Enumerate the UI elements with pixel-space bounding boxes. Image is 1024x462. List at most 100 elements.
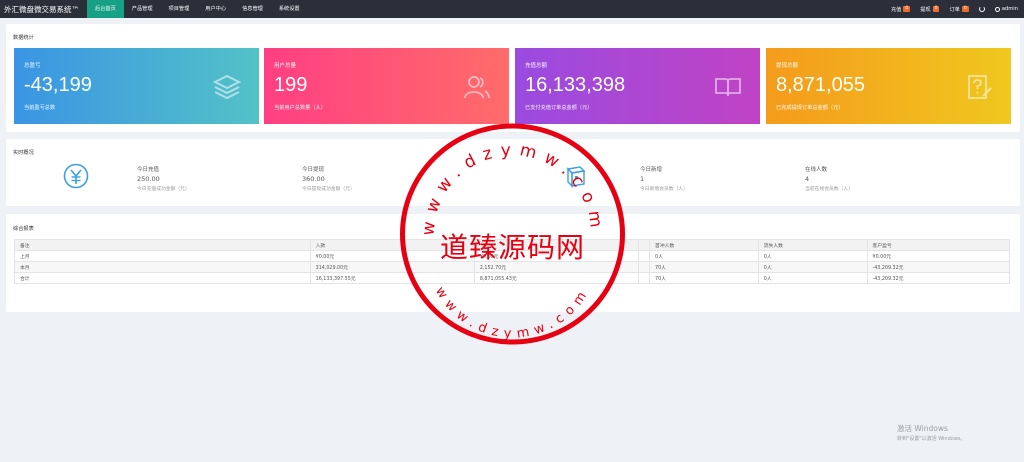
- table-cell: [638, 250, 651, 262]
- table-cell: 314,029.00元: [309, 261, 475, 273]
- stat-label: 提现总额: [776, 63, 799, 69]
- stat-desc: 当前盈亏总数: [24, 105, 56, 111]
- yuan-icon: [63, 163, 89, 189]
- table-row: 合计 16,133,397.55元 8,871,055.43元 70人 0人 -…: [14, 272, 1011, 284]
- table-cell: 8,871,055.43元: [473, 272, 640, 284]
- stat-value: 199: [274, 74, 308, 96]
- table-cell: 合计: [14, 272, 311, 284]
- stat-desc: 已支付充值订单总金额（元）: [525, 105, 593, 111]
- withdraw-link[interactable]: 提现 0: [920, 6, 940, 13]
- table-cell: 0人: [757, 250, 868, 262]
- stats-panel: 数据统计 总盈亏 -43,199 当前盈亏总数 用户总量 199 当前用户总数量…: [6, 24, 1020, 132]
- stats-title: 数据统计: [13, 35, 34, 41]
- realtime-desc: 当前在线会员数（人）: [805, 187, 853, 192]
- realtime-title: 实时概况: [13, 150, 34, 156]
- table-cell: [638, 272, 651, 284]
- stat-card-withdraw: 提现总额 8,871,055 已完成提现订单总金额（元）: [766, 48, 1011, 124]
- users-icon: [464, 76, 490, 99]
- table-cell: 70人: [649, 261, 759, 273]
- report-title: 综合报表: [13, 226, 34, 232]
- table-cell: 0人: [757, 261, 868, 273]
- realtime-label: 今日充值: [137, 167, 160, 173]
- stat-value: -43,199: [24, 74, 92, 96]
- nav-projects[interactable]: 项目管理: [161, 0, 198, 18]
- realtime-item: 今日提现 360.00 今日提现成功金额（元）: [302, 165, 355, 192]
- stat-label: 充值总额: [525, 63, 548, 69]
- windows-activation-notice: 激活 Windows 转到"设置"以激活 Windows。: [897, 423, 966, 442]
- col-withdraw: [473, 239, 640, 251]
- main-nav: 后台首页 产品管理 项目管理 用户中心 信息管理 系统设置: [87, 0, 308, 18]
- col-client-pnl: 客户盈亏: [866, 239, 1011, 251]
- activate-title: 激活 Windows: [897, 424, 948, 433]
- stat-value: 16,133,398: [525, 74, 626, 96]
- layers-icon: [213, 74, 241, 100]
- stat-desc: 当前用户总数量（人）: [274, 105, 326, 111]
- realtime-value: 250.00: [137, 175, 160, 183]
- report-table: 备注 入款 首冲人数 流失人数 客户盈亏 上月 ¥0.00元 ¥0.00元 0人…: [14, 239, 1011, 284]
- refresh-icon[interactable]: [978, 6, 985, 12]
- brand-title: 外汇微盘微交易系统™: [4, 4, 79, 14]
- table-cell: -43,209.32元: [866, 261, 1011, 273]
- realtime-value: 4: [805, 175, 810, 183]
- stat-card-users: 用户总量 199 当前用户总数量（人）: [264, 48, 509, 124]
- nav-users[interactable]: 用户中心: [197, 0, 234, 18]
- realtime-panel: 实时概况 今日充值 250.00 今日充值成功金额（元） 今日提现 360.00…: [6, 139, 1020, 206]
- order-badge: 0: [961, 6, 969, 12]
- table-cell: 本月: [14, 261, 311, 273]
- top-right-tools: 充值 0 提现 0 订单 0 admin: [881, 0, 1024, 18]
- table-cell: 70人: [649, 272, 759, 284]
- col-hidden: [638, 239, 651, 251]
- realtime-item: 今日充值 250.00 今日充值成功金额（元）: [137, 165, 190, 192]
- nav-info[interactable]: 信息管理: [234, 0, 271, 18]
- nav-home[interactable]: 后台首页: [87, 0, 124, 18]
- nav-products[interactable]: 产品管理: [124, 0, 161, 18]
- order-label: 订单: [949, 6, 960, 13]
- withdraw-badge: 0: [932, 6, 940, 12]
- table-cell: ¥0.00元: [473, 250, 640, 262]
- table-cell: 0人: [649, 250, 759, 262]
- realtime-item: 在线人数 4 当前在线会员数（人）: [805, 165, 853, 192]
- stat-card-recharge: 充值总额 16,133,398 已支付充值订单总金额（元）: [515, 48, 760, 124]
- realtime-label: 今日新增: [640, 167, 663, 173]
- realtime-value: 1: [640, 175, 645, 183]
- table-header-row: 备注 入款 首冲人数 流失人数 客户盈亏: [14, 239, 1011, 251]
- table-row: 本月 314,029.00元 2,152.70元 70人 0人 -43,209.…: [14, 261, 1011, 273]
- table-cell: 2,152.70元: [473, 261, 640, 273]
- book-icon: [715, 78, 741, 97]
- realtime-desc: 今日充值成功金额（元）: [137, 187, 190, 192]
- stat-label: 总盈亏: [24, 63, 41, 69]
- col-remark: 备注: [14, 239, 311, 251]
- activate-subtitle: 转到"设置"以激活 Windows。: [897, 436, 966, 442]
- table-cell: ¥0.00元: [866, 250, 1011, 262]
- order-link[interactable]: 订单 0: [949, 6, 969, 13]
- realtime-value: 360.00: [302, 175, 325, 183]
- report-panel: 综合报表 备注 入款 首冲人数 流失人数 客户盈亏 上月 ¥0.00元 ¥0.0…: [6, 214, 1020, 312]
- recharge-label: 充值: [890, 6, 902, 13]
- stat-label: 用户总量: [274, 63, 297, 69]
- stat-desc: 已完成提现订单总金额（元）: [776, 105, 844, 111]
- table-row: 上月 ¥0.00元 ¥0.00元 0人 0人 ¥0.00元: [14, 250, 1011, 262]
- question-doc-icon: [968, 75, 992, 99]
- table-cell: [638, 261, 651, 273]
- cube-icon: [566, 166, 586, 188]
- withdraw-label: 提现: [920, 6, 931, 13]
- realtime-desc: 今日新增会员数（人）: [640, 187, 688, 192]
- realtime-label: 在线人数: [805, 167, 828, 173]
- col-first-recharge: 首冲人数: [649, 239, 759, 251]
- stat-card-profit: 总盈亏 -43,199 当前盈亏总数: [14, 48, 259, 124]
- table-cell: 上月: [14, 250, 311, 262]
- realtime-label: 今日提现: [302, 167, 325, 173]
- table-cell: ¥0.00元: [309, 250, 475, 262]
- user-menu[interactable]: admin: [1002, 6, 1018, 12]
- table-cell: 0人: [757, 272, 868, 284]
- table-cell: -43,209.32元: [866, 272, 1011, 284]
- recharge-badge: 0: [903, 6, 911, 12]
- col-lost-users: 流失人数: [757, 239, 868, 251]
- stat-value: 8,871,055: [776, 74, 865, 96]
- nav-settings[interactable]: 系统设置: [271, 0, 308, 18]
- top-navbar: 外汇微盘微交易系统™ 后台首页 产品管理 项目管理 用户中心 信息管理 系统设置…: [0, 0, 1024, 18]
- realtime-desc: 今日提现成功金额（元）: [302, 187, 355, 192]
- user-icon: [994, 6, 1000, 12]
- recharge-link[interactable]: 充值 0: [890, 6, 911, 13]
- realtime-item: 今日新增 1 今日新增会员数（人）: [640, 165, 688, 192]
